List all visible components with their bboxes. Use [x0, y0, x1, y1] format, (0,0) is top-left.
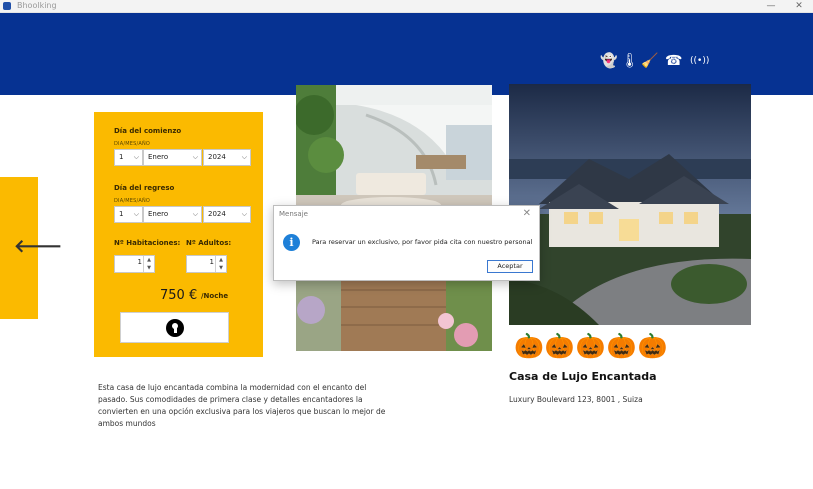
rooms-value: 1 — [137, 258, 142, 266]
stepper-down-icon[interactable]: ▼ — [216, 264, 226, 272]
dialog-title: Mensaje — [279, 210, 308, 218]
thermometer-icon: 🌡 — [621, 53, 639, 69]
rooms-stepper-buttons[interactable]: ▲ ▼ — [143, 256, 154, 272]
stepper-up-icon[interactable]: ▲ — [216, 256, 226, 264]
reserve-button[interactable] — [120, 312, 229, 343]
chevron-down-icon: ⌵ — [133, 153, 139, 161]
return-year-select[interactable]: 2024 ⌵ — [203, 206, 251, 223]
chevron-down-icon: ⌵ — [192, 210, 198, 218]
chevron-down-icon: ⌵ — [241, 210, 247, 218]
ok-button[interactable]: Aceptar — [487, 260, 533, 273]
price-value: 750 € — [160, 288, 198, 303]
title-bar: Bhoolking — ✕ — [0, 0, 813, 13]
property-name: Casa de Lujo Encantada — [509, 370, 657, 383]
phone-icon: ☎ — [665, 53, 683, 69]
chevron-down-icon: ⌵ — [192, 153, 198, 161]
start-month-select[interactable]: Enero ⌵ — [143, 149, 202, 166]
start-date-label: Día del comienzo — [114, 127, 182, 135]
house-photo — [509, 84, 751, 325]
return-month-select[interactable]: Enero ⌵ — [143, 206, 202, 223]
minimize-button[interactable]: — — [757, 0, 785, 12]
rooms-label: Nº Habitaciones: — [114, 239, 181, 247]
info-icon: i — [283, 234, 300, 251]
close-icon[interactable]: ✕ — [523, 208, 531, 219]
chevron-down-icon: ⌵ — [241, 153, 247, 161]
wifi-icon: ((•)) — [690, 56, 710, 66]
property-description: Esta casa de lujo encantada combina la m… — [98, 383, 386, 428]
arrow-left-icon[interactable]: 🡐 — [14, 238, 62, 256]
close-window-button[interactable]: ✕ — [785, 0, 813, 12]
message-dialog: Mensaje ✕ i Para reservar un exclusivo, … — [273, 205, 540, 281]
app-icon — [3, 2, 11, 10]
start-date-format: DIA/MES/AÑO — [114, 141, 151, 147]
chevron-down-icon: ⌵ — [133, 210, 139, 218]
return-date-format: DIA/MES/AÑO — [114, 198, 151, 204]
keyhole-icon — [166, 319, 184, 337]
ghost-icon: 👻 — [600, 53, 618, 69]
per-night-label: /Noche — [201, 292, 229, 300]
dialog-message: Para reservar un exclusivo, por favor pi… — [312, 238, 533, 246]
back-panel[interactable]: 🡐 — [0, 177, 62, 319]
return-date-label: Día del regreso — [114, 184, 175, 192]
start-year-select[interactable]: 2024 ⌵ — [203, 149, 251, 166]
rating-pumpkin-icons: 🎃🎃🎃🎃🎃 — [514, 332, 669, 360]
adults-label: Nº Adultos: — [186, 239, 232, 247]
stepper-up-icon[interactable]: ▲ — [144, 256, 154, 264]
window-title: Bhoolking — [17, 1, 57, 10]
rooms-stepper[interactable]: 1 ▲ ▼ — [114, 255, 155, 273]
start-day-select[interactable]: 1 ⌵ — [114, 149, 143, 166]
stepper-down-icon[interactable]: ▼ — [144, 264, 154, 272]
adults-stepper[interactable]: 1 ▲ ▼ — [186, 255, 227, 273]
return-day-select[interactable]: 1 ⌵ — [114, 206, 143, 223]
property-address: Luxury Boulevard 123, 8001 , Suiza — [509, 395, 643, 404]
broom-icon: 🧹 — [641, 53, 659, 69]
adults-value: 1 — [209, 258, 214, 266]
adults-stepper-buttons[interactable]: ▲ ▼ — [215, 256, 226, 272]
